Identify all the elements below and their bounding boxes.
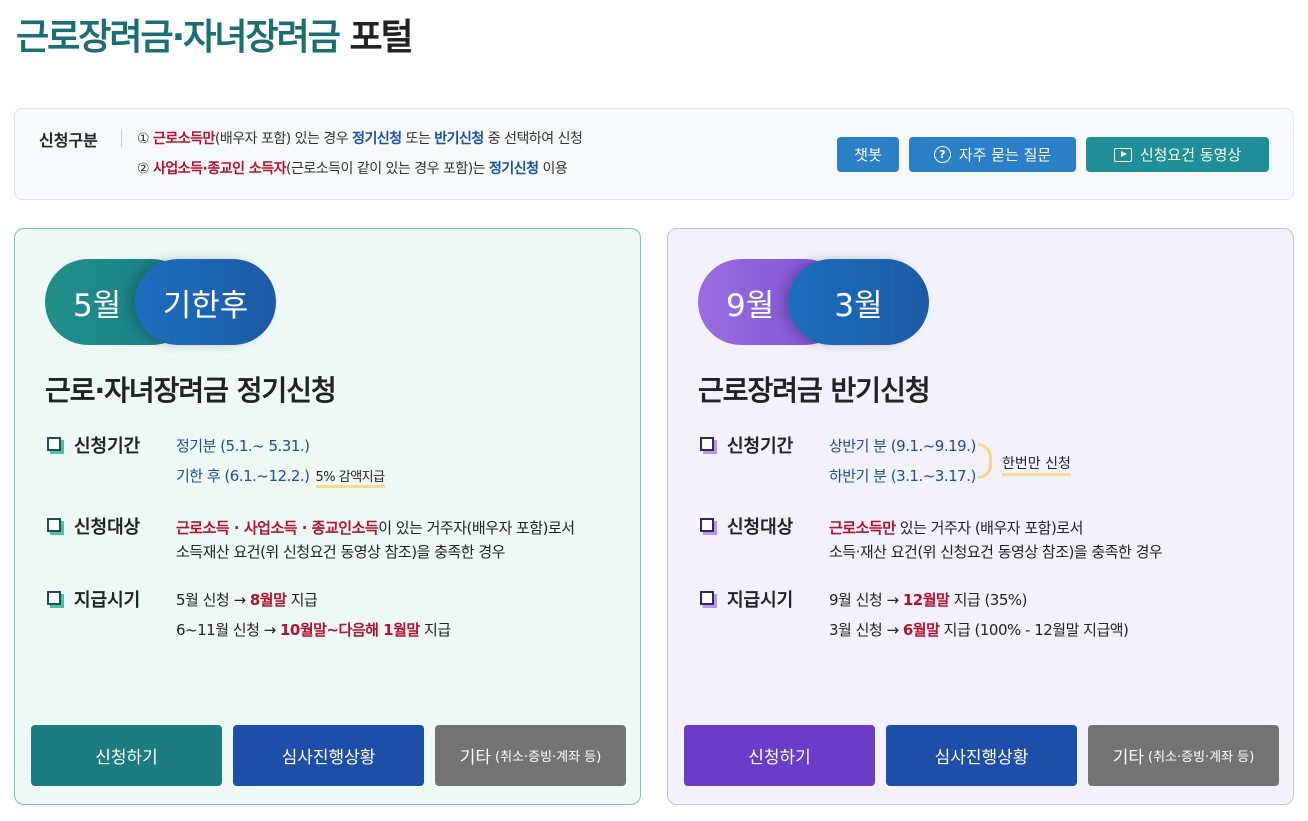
section-target: 신청대상 근로소득 · 사업소득 · 종교인소득이 있는 거주자(배우자 포함)… [47,513,575,561]
checkbox-icon [700,436,717,454]
info-line-2: ② 사업소득·종교인 소득자(근로소득이 같이 있는 경우 포함)는 정기신청 … [137,158,568,178]
info-text: 이용 [538,161,568,177]
video-button[interactable]: 신청요건 동영상 [1086,137,1269,172]
play-video-icon [1113,147,1132,162]
num-1: ① [137,131,150,147]
checkbox-icon [700,590,717,608]
info-text: (배우자 포함) 있는 경우 [214,131,353,147]
video-label: 신청요건 동영상 [1139,146,1242,164]
pill-month-2: 3월 [788,259,929,345]
checkbox-icon [700,517,717,535]
section-label: 신청기간 [727,436,794,457]
num-2: ② [137,161,150,177]
info-red-1: 근로소득만 [153,131,215,147]
pay-text: 5월 신청 → [176,591,250,609]
period-pill: 5월 기한후 [45,259,276,345]
etc-button[interactable]: 기타 (취소·증빙·계좌 등) [435,725,626,786]
target-red: 근로소득만 [829,519,896,537]
info-blue: 반기신청 [434,131,484,147]
section-label: 지급시기 [74,590,141,611]
pay-red: 12월말 [902,591,950,609]
pill-late: 기한후 [135,259,276,345]
period-row: 상반기 분 (9.1.~9.19.) [829,437,976,455]
apply-button[interactable]: 신청하기 [684,725,875,786]
section-label: 신청대상 [727,517,794,538]
etc-label: 기타 [1112,748,1144,768]
application-type-box: 신청구분 ① 근로소득만(배우자 포함) 있는 경우 정기신청 또는 반기신청 … [14,108,1294,200]
pay-text: 지급 [419,621,451,639]
etc-label: 기타 [459,748,491,768]
once-only-note: 한번만 신청 [1002,453,1071,476]
target-red: 근로소득 · 사업소득 · 종교인소득 [176,519,379,537]
chatbot-button[interactable]: 챗봇 [837,137,899,172]
divider [121,129,122,147]
pay-text: 지급 [286,591,318,609]
section-payment: 지급시기 9월 신청 → 12월말 지급 (35%) 3월 신청 → 6월말 지… [700,586,1129,639]
section-target: 신청대상 근로소득만 있는 거주자 (배우자 포함)로서 소득·재산 요건(위 … [700,513,1163,561]
etc-sub: (취소·증빙·계좌 등) [495,750,602,765]
section-label: 지급시기 [727,590,794,611]
card-title: 근로·자녀장려금 정기신청 [45,374,337,407]
pay-text: 9월 신청 → [829,591,903,609]
info-label: 신청구분 [39,131,98,150]
title-rest: 포털 [349,17,413,58]
info-buttons: 챗봇 ? 자주 묻는 질문 신청요건 동영상 [837,137,1269,172]
period-row: 하반기 분 (3.1.~3.17.) [829,467,976,485]
target-text: 있는 거주자 (배우자 포함)로서 [895,519,1084,537]
question-icon: ? [933,146,951,163]
info-text: (근로소득이 같이 있는 경우 포함)는 [286,161,490,177]
chatbot-label: 챗봇 [854,146,882,164]
faq-button[interactable]: ? 자주 묻는 질문 [909,137,1076,172]
pay-red: 6월말 [902,621,940,639]
card-title: 근로장려금 반기신청 [698,374,931,407]
period-pill: 9월 3월 [698,259,929,345]
info-red-2: 사업소득·종교인 소득자 [153,161,287,177]
card-buttons: 신청하기 심사진행상황 기타 (취소·증빙·계좌 등) [31,725,626,786]
section-payment: 지급시기 5월 신청 → 8월말 지급 6~11월 신청 → 10월말~다음해 … [47,586,451,639]
info-blue: 정기신청 [489,161,539,177]
bracket-decoration [978,443,992,479]
section-label: 신청기간 [74,436,141,457]
half-year-application-card: 9월 3월 근로장려금 반기신청 신청기간 상반기 분 (9.1.~9.19.)… [667,228,1294,805]
regular-application-card: 5월 기한후 근로·자녀장려금 정기신청 신청기간 정기분 (5.1.~ 5.3… [14,228,641,805]
faq-label: 자주 묻는 질문 [958,146,1052,164]
pay-red: 10월말~다음해 1월말 [279,621,420,639]
period-row: 정기분 (5.1.~ 5.31.) [176,437,310,455]
pay-text: 6~11월 신청 → [176,621,280,639]
target-text: 소득재산 요건(위 신청요건 동영상 참조)을 충족한 경우 [176,543,505,561]
info-line-1: ① 근로소득만(배우자 포함) 있는 경우 정기신청 또는 반기신청 중 선택하… [137,128,583,148]
pay-text: 지급 (35%) [949,591,1028,609]
etc-sub: (취소·증빙·계좌 등) [1148,750,1255,765]
section-label: 신청대상 [74,517,141,538]
target-text: 이 있는 거주자(배우자 포함)로서 [378,519,575,537]
section-period: 신청기간 정기분 (5.1.~ 5.31.) 기한 후 (6.1.~12.2.)… [47,432,385,488]
checkbox-icon [47,436,64,454]
info-text: 또는 [401,131,435,147]
checkbox-icon [47,590,64,608]
checkbox-icon [47,517,64,535]
status-button[interactable]: 심사진행상황 [233,725,424,786]
title-highlight: 근로장려금·자녀장려금 [16,17,341,58]
section-period: 신청기간 상반기 분 (9.1.~9.19.) 하반기 분 (3.1.~3.17… [700,432,976,485]
etc-button[interactable]: 기타 (취소·증빙·계좌 등) [1088,725,1279,786]
pay-red: 8월말 [249,591,287,609]
reduction-note: 5% 감액지급 [315,470,385,488]
pay-text: 3월 신청 → [829,621,903,639]
target-text: 소득·재산 요건(위 신청요건 동영상 참조)을 충족한 경우 [829,543,1163,561]
status-button[interactable]: 심사진행상황 [886,725,1077,786]
period-row: 기한 후 (6.1.~12.2.) [176,467,310,485]
info-text: 중 선택하여 신청 [483,131,583,147]
pay-text: 지급 (100% - 12월말 지급액) [939,621,1129,639]
info-blue: 정기신청 [352,131,402,147]
page-title: 근로장려금·자녀장려금 포털 [16,8,414,60]
apply-button[interactable]: 신청하기 [31,725,222,786]
card-buttons: 신청하기 심사진행상황 기타 (취소·증빙·계좌 등) [684,725,1279,786]
